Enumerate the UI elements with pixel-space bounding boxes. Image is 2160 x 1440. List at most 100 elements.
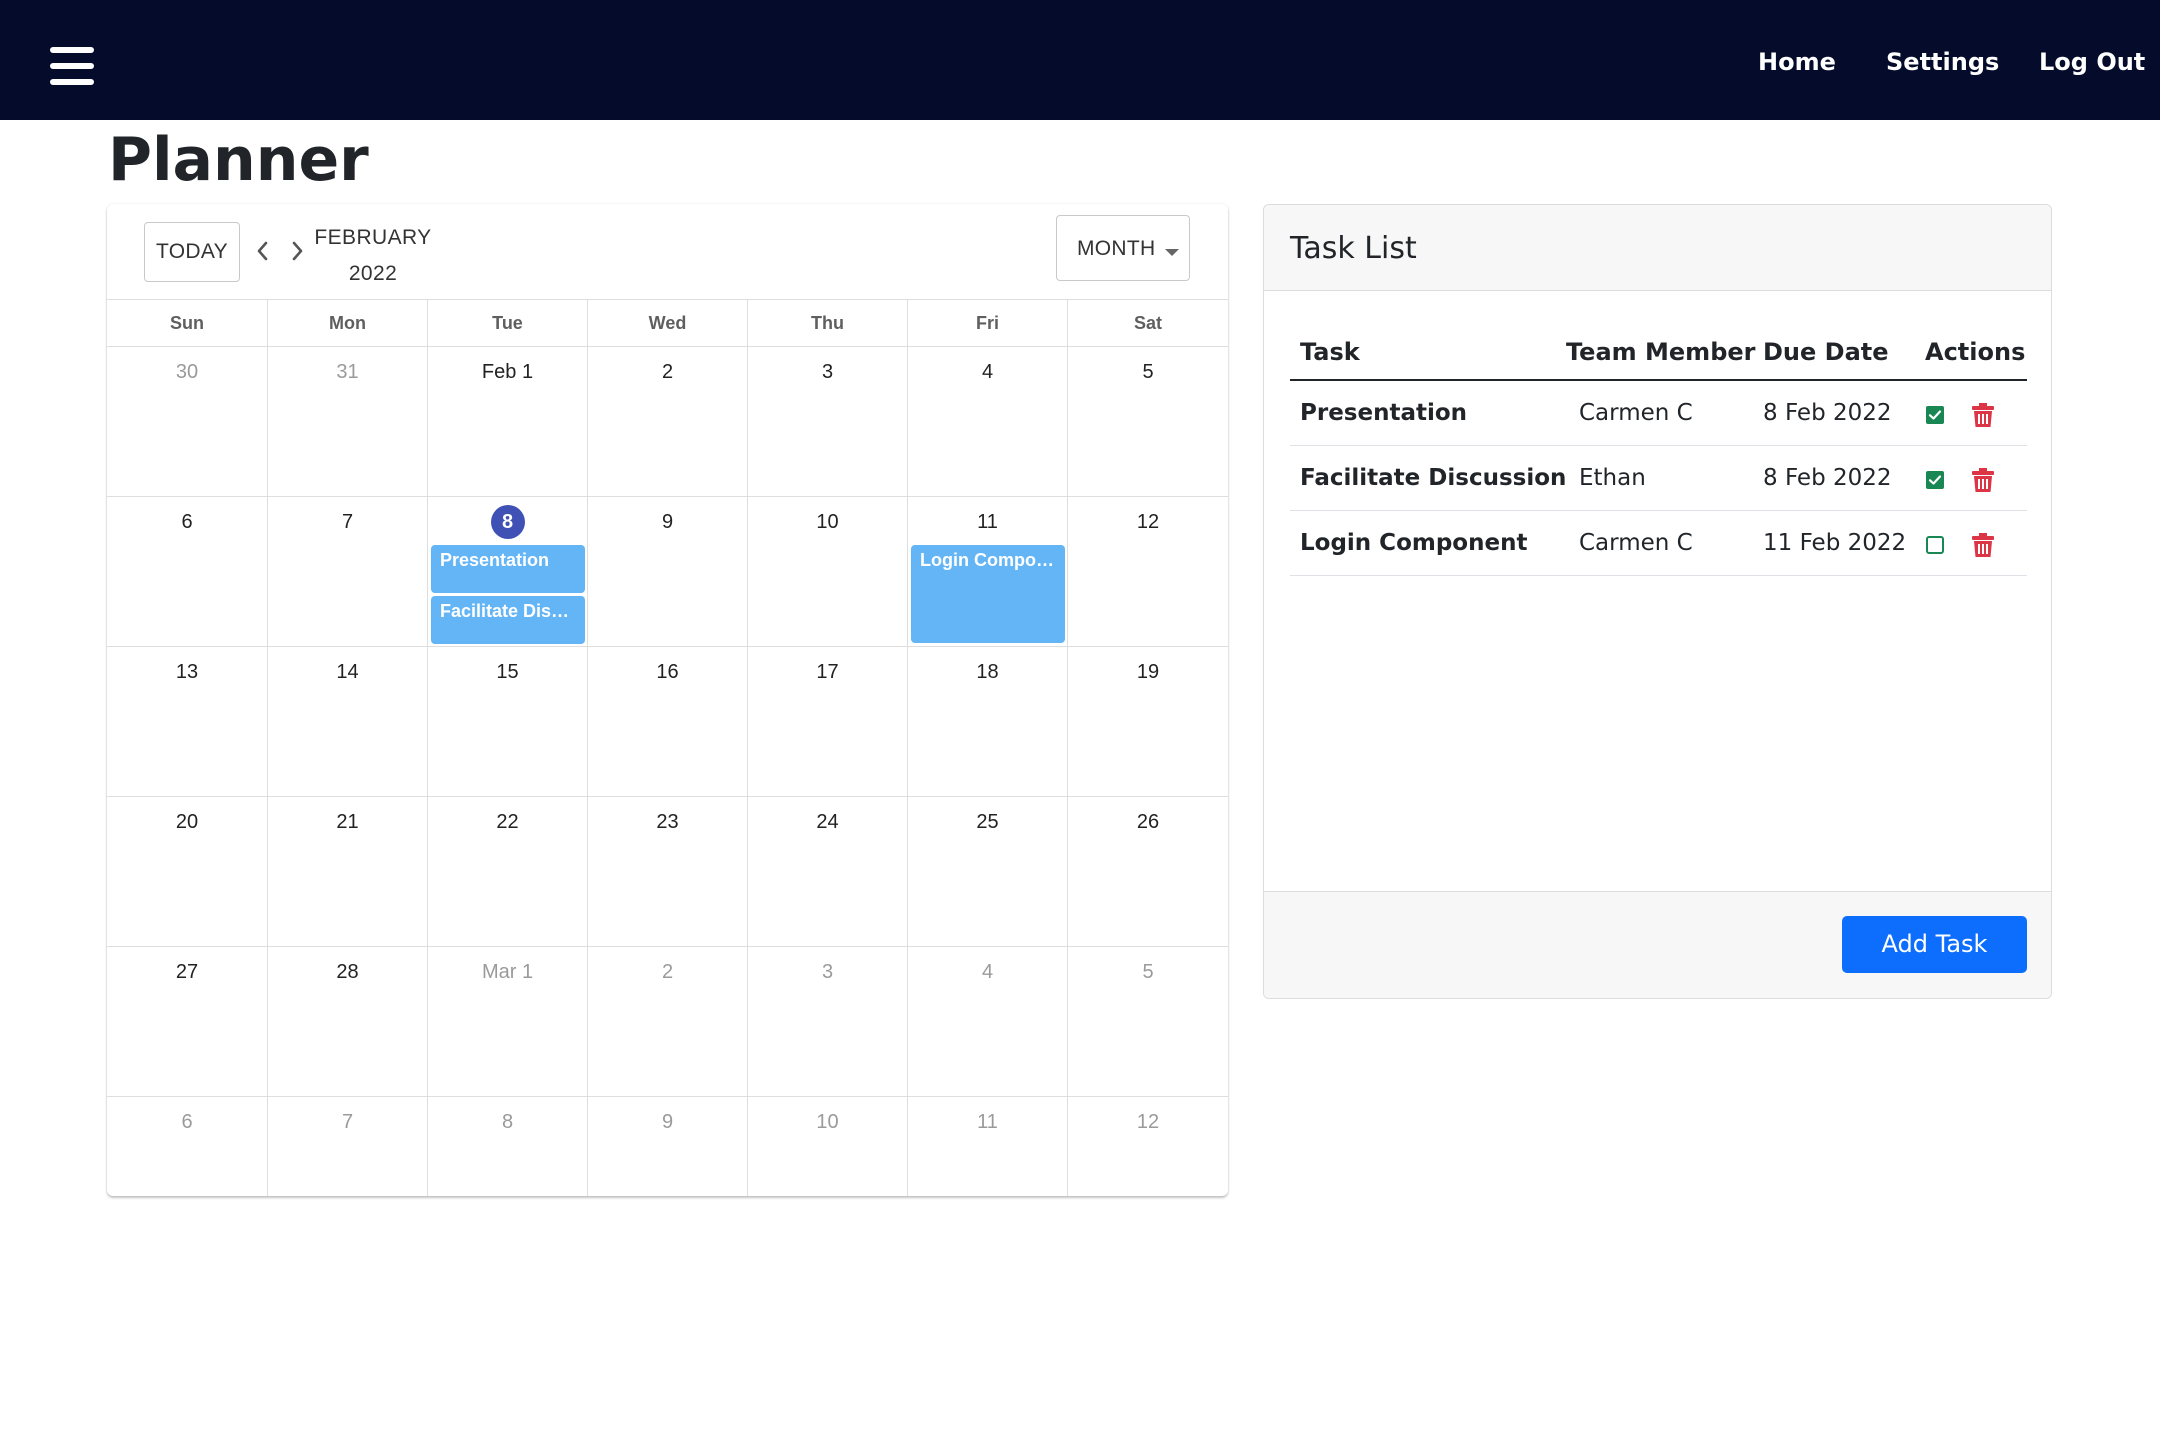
calendar-day-cell[interactable]: 16 [587,647,747,796]
nav-logout-link[interactable]: Log Out [2039,44,2145,80]
day-number[interactable]: 19 [1068,659,1228,685]
checked-checkbox-icon[interactable] [1926,406,1944,424]
day-number[interactable]: 12 [1068,1109,1228,1135]
calendar-day-cell[interactable]: 28 [267,947,427,1096]
checked-checkbox-icon[interactable] [1926,471,1944,489]
day-number[interactable]: 6 [107,509,267,535]
calendar-day-cell[interactable]: 12 [1067,497,1228,646]
day-number[interactable]: Feb 1 [428,359,587,385]
calendar-day-cell[interactable]: 2 [587,347,747,496]
day-number[interactable]: 31 [268,359,427,385]
calendar-day-cell[interactable]: 31 [267,347,427,496]
calendar-day-cell[interactable]: 11 Login Component [907,497,1067,646]
calendar-day-cell[interactable]: 24 [747,797,907,946]
day-number[interactable]: 16 [588,659,747,685]
calendar-day-cell[interactable]: 10 [747,1097,907,1196]
calendar-day-cell[interactable]: 9 [587,1097,747,1196]
calendar-day-cell[interactable]: 12 [1067,1097,1228,1196]
day-number[interactable]: 10 [748,509,907,535]
day-number[interactable]: 15 [428,659,587,685]
calendar-day-cell[interactable]: 25 [907,797,1067,946]
day-number[interactable]: 22 [428,809,587,835]
trash-icon[interactable] [1972,403,1994,427]
calendar-day-cell[interactable]: 6 [107,1097,267,1196]
calendar-day-cell[interactable]: 7 [267,497,427,646]
day-number[interactable]: 10 [748,1109,907,1135]
calendar-day-cell[interactable]: 26 [1067,797,1228,946]
calendar-day-cell[interactable]: 15 [427,647,587,796]
chevron-left-icon[interactable] [249,234,275,268]
calendar-day-cell[interactable]: 7 [267,1097,427,1196]
calendar-day-cell[interactable]: 6 [107,497,267,646]
day-number[interactable]: 24 [748,809,907,835]
add-task-button[interactable]: Add Task [1842,916,2027,973]
calendar-day-cell[interactable]: 23 [587,797,747,946]
day-number[interactable]: 2 [588,959,747,985]
calendar-day-cell[interactable]: 13 [107,647,267,796]
calendar-day-cell[interactable]: Feb 1 [427,347,587,496]
day-number[interactable]: 8 [428,1109,587,1135]
calendar-day-cell[interactable]: 8 [427,1097,587,1196]
calendar-event[interactable]: Login Component [911,545,1065,643]
calendar-day-cell[interactable]: 19 [1067,647,1228,796]
day-number[interactable]: 18 [908,659,1067,685]
day-number[interactable]: 4 [908,359,1067,385]
day-number[interactable]: 21 [268,809,427,835]
calendar-day-cell[interactable]: 27 [107,947,267,1096]
calendar-day-cell[interactable]: 30 [107,347,267,496]
day-number[interactable]: 3 [748,359,907,385]
day-number[interactable]: 14 [268,659,427,685]
today-button[interactable]: TODAY [144,222,240,282]
day-number[interactable]: 20 [107,809,267,835]
day-number[interactable]: Mar 1 [428,959,587,985]
trash-icon[interactable] [1972,468,1994,492]
nav-settings-link[interactable]: Settings [1886,44,1999,80]
calendar-day-cell[interactable]: 14 [267,647,427,796]
calendar-event[interactable]: Presentation [431,545,585,593]
calendar-day-cell[interactable]: 17 [747,647,907,796]
calendar-day-cell[interactable]: 10 [747,497,907,646]
day-number[interactable]: 27 [107,959,267,985]
day-number[interactable]: 3 [748,959,907,985]
day-number[interactable]: 7 [268,1109,427,1135]
calendar-day-cell[interactable]: 4 [907,347,1067,496]
calendar-day-cell[interactable]: 22 [427,797,587,946]
trash-icon[interactable] [1972,533,1994,557]
day-number[interactable]: 4 [908,959,1067,985]
calendar-day-cell[interactable]: 4 [907,947,1067,1096]
today-day-number[interactable]: 8 [490,505,525,539]
day-number[interactable]: 12 [1068,509,1228,535]
day-number[interactable]: 5 [1068,359,1228,385]
calendar-day-cell[interactable]: 20 [107,797,267,946]
calendar-day-cell[interactable]: Mar 1 [427,947,587,1096]
calendar-day-cell[interactable]: 8 PresentationFacilitate Discussion [427,497,587,646]
calendar-day-cell[interactable]: 9 [587,497,747,646]
calendar-day-cell[interactable]: 3 [747,347,907,496]
day-number[interactable]: 23 [588,809,747,835]
day-number[interactable]: 30 [107,359,267,385]
day-number[interactable]: 25 [908,809,1067,835]
calendar-day-cell[interactable]: 18 [907,647,1067,796]
calendar-day-cell[interactable]: 5 [1067,947,1228,1096]
unchecked-checkbox-icon[interactable] [1926,536,1944,554]
view-select[interactable]: MONTH [1056,215,1190,281]
day-number[interactable]: 26 [1068,809,1228,835]
nav-home-link[interactable]: Home [1758,44,1836,80]
calendar-event[interactable]: Facilitate Discussion [431,596,585,644]
day-number[interactable]: 9 [588,1109,747,1135]
day-number[interactable]: 17 [748,659,907,685]
day-number[interactable]: 13 [107,659,267,685]
day-number[interactable]: 9 [588,509,747,535]
day-number[interactable]: 2 [588,359,747,385]
day-number[interactable]: 5 [1068,959,1228,985]
calendar-day-cell[interactable]: 3 [747,947,907,1096]
calendar-day-cell[interactable]: 2 [587,947,747,1096]
hamburger-menu-icon[interactable] [50,47,94,87]
day-number[interactable]: 7 [268,509,427,535]
calendar-day-cell[interactable]: 5 [1067,347,1228,496]
day-number[interactable]: 11 [908,509,1067,535]
day-number[interactable]: 6 [107,1109,267,1135]
calendar-day-cell[interactable]: 21 [267,797,427,946]
day-number[interactable]: 28 [268,959,427,985]
calendar-day-cell[interactable]: 11 [907,1097,1067,1196]
